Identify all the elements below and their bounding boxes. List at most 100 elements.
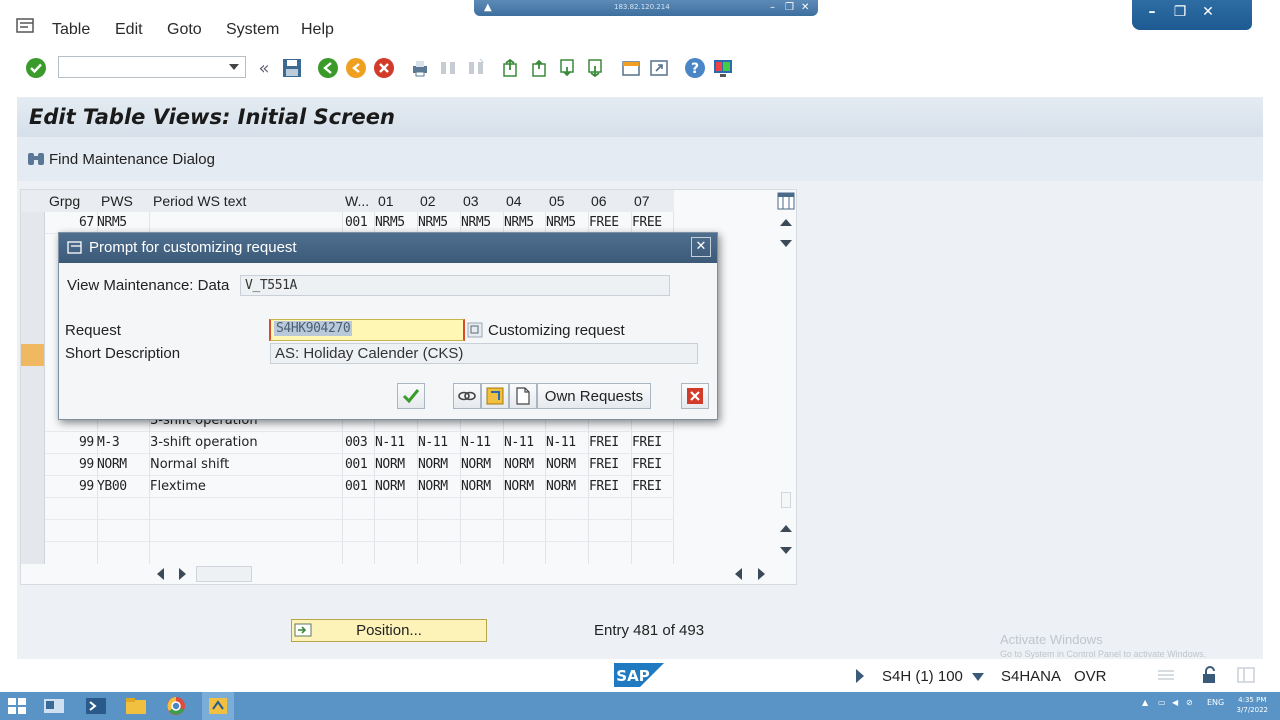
help-icon[interactable]: ? [683, 56, 707, 80]
selected-row-marker[interactable] [21, 344, 44, 366]
col-header-07[interactable]: 07 [634, 193, 650, 209]
find-next-icon[interactable] [464, 56, 488, 80]
last-page-icon[interactable] [584, 56, 608, 80]
scroll-up-icon[interactable] [780, 219, 792, 226]
change-request-button[interactable] [453, 383, 481, 409]
col-header-w[interactable]: W... [345, 193, 369, 209]
col-header-06[interactable]: 06 [591, 193, 607, 209]
scroll-right-end-icon[interactable] [758, 568, 765, 580]
chevron-down-icon[interactable] [972, 673, 984, 681]
sap-logon-icon[interactable] [206, 695, 230, 717]
save-icon[interactable] [280, 56, 304, 80]
scroll-left-end-icon[interactable] [735, 568, 742, 580]
column-config-icon[interactable] [777, 192, 795, 210]
horizontal-scrollbar[interactable] [21, 564, 797, 584]
table-header: Grpg PWS Period WS text W... 01 02 03 04… [21, 190, 674, 212]
find-maintenance-dialog-button[interactable]: Find Maintenance Dialog [27, 149, 215, 169]
find-icon[interactable] [436, 56, 460, 80]
sort-icon[interactable] [1156, 668, 1176, 682]
scroll-left-icon[interactable] [157, 568, 164, 580]
command-input[interactable] [59, 57, 223, 77]
first-page-icon[interactable] [499, 56, 523, 80]
lock-icon[interactable] [1200, 666, 1220, 684]
volume-icon[interactable]: ◀ [1172, 698, 1178, 707]
window-minimize-icon[interactable]: – [1142, 4, 1162, 22]
col-header-05[interactable]: 05 [549, 193, 565, 209]
entry-count: Entry 481 of 493 [594, 622, 705, 639]
pin-icon[interactable]: ▲ [484, 2, 492, 13]
menu-edit[interactable]: Edit [115, 21, 143, 39]
col-header-period-ws-text[interactable]: Period WS text [153, 193, 246, 209]
value-help-icon[interactable] [467, 322, 483, 338]
system-info[interactable]: S4H (1) 100 [882, 668, 963, 685]
menu-table[interactable]: Table [52, 21, 90, 39]
table-row[interactable]: 99 NORM Normal shift 001 NORM NORM NORM N… [21, 454, 674, 476]
scroll-right-icon[interactable] [179, 568, 186, 580]
short-description-field: AS: Holiday Calender (CKS) [270, 343, 698, 364]
scroll-page-down-icon[interactable] [780, 240, 792, 247]
exit-icon[interactable] [344, 56, 368, 80]
create-request-button[interactable] [509, 383, 537, 409]
col-header-02[interactable]: 02 [420, 193, 436, 209]
cancel-button[interactable] [681, 383, 709, 409]
dialog-close-icon[interactable]: ✕ [691, 237, 711, 257]
enter-check-icon[interactable] [24, 56, 48, 80]
new-session-icon[interactable] [619, 56, 643, 80]
col-header-pws[interactable]: PWS [101, 193, 133, 209]
network-icon[interactable]: ▭ [1158, 698, 1166, 707]
chrome-icon[interactable] [164, 695, 188, 717]
col-header-03[interactable]: 03 [463, 193, 479, 209]
language-indicator[interactable]: ENG [1207, 698, 1224, 707]
menu-icon[interactable] [16, 18, 36, 34]
svg-text:SAP: SAP [616, 667, 649, 685]
own-requests-button[interactable]: Own Requests [537, 383, 651, 409]
confirm-button[interactable] [397, 383, 425, 409]
vertical-scrollbar[interactable] [775, 190, 797, 564]
table-row[interactable]: 99 M-3 3-shift operation 003 N-11 N-11 N-… [21, 432, 674, 454]
cancel-icon[interactable] [372, 56, 396, 80]
dialog-title-bar[interactable]: Prompt for customizing request ✕ [59, 233, 717, 263]
print-icon[interactable] [408, 56, 432, 80]
shortcut-icon[interactable] [647, 56, 671, 80]
window-close-icon[interactable]: ✕ [1198, 4, 1218, 22]
scroll-down-icon[interactable] [780, 547, 792, 554]
application-toolbar: Find Maintenance Dialog [17, 137, 1263, 181]
request-input[interactable]: S4HK904270 [269, 319, 465, 341]
restore-icon[interactable]: ❐ [785, 2, 794, 13]
chevron-down-icon[interactable] [229, 64, 239, 70]
menu-help[interactable]: Help [301, 21, 334, 39]
server-manager-icon[interactable] [42, 695, 66, 717]
previous-page-icon[interactable] [528, 56, 552, 80]
close-icon[interactable]: ✕ [801, 2, 809, 13]
scroll-page-up-icon[interactable] [780, 525, 792, 532]
display-request-button[interactable] [481, 383, 509, 409]
layout-icon[interactable] [1236, 666, 1256, 684]
col-header-04[interactable]: 04 [506, 193, 522, 209]
insert-mode[interactable]: OVR [1074, 668, 1107, 685]
dialog-menu-icon[interactable] [67, 241, 83, 255]
collapse-double-arrow-icon[interactable]: « [252, 56, 276, 80]
tray-up-icon[interactable]: ▲ [1142, 698, 1148, 707]
scroll-thumb[interactable] [781, 492, 791, 508]
col-header-grpg[interactable]: Grpg [49, 193, 80, 209]
file-explorer-icon[interactable] [124, 695, 148, 717]
windows-start-icon[interactable] [5, 695, 29, 717]
h-scroll-thumb[interactable] [196, 566, 252, 582]
row-selector-column[interactable] [21, 212, 45, 564]
customize-layout-icon[interactable] [711, 56, 735, 80]
next-page-icon[interactable] [556, 56, 580, 80]
minimize-icon[interactable]: – [770, 2, 775, 13]
table-row[interactable]: 67 NRM5 001 NRM5 NRM5 NRM5 NRM5 NRM5 FREE… [21, 212, 674, 234]
position-button[interactable]: Position... [291, 619, 487, 642]
table-row[interactable]: 99 YB00 Flextime 001 NORM NORM NORM NORM … [21, 476, 674, 498]
command-field[interactable] [58, 56, 246, 78]
window-restore-icon[interactable]: ❐ [1170, 4, 1190, 22]
status-expand-icon[interactable] [854, 668, 866, 684]
security-icon[interactable]: ⊘ [1186, 698, 1193, 707]
powershell-icon[interactable] [84, 695, 108, 717]
col-header-01[interactable]: 01 [378, 193, 394, 209]
menu-goto[interactable]: Goto [167, 21, 202, 39]
menu-system[interactable]: System [226, 21, 279, 39]
clock[interactable]: 4:35 PM 3/7/2022 [1237, 695, 1268, 715]
back-icon[interactable] [316, 56, 340, 80]
